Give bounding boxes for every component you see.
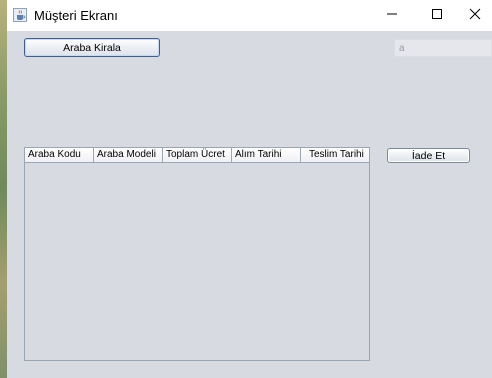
column-header-total-price[interactable]: Toplam Ücret: [163, 148, 232, 162]
column-header-delivery-date[interactable]: Teslim Tarihi: [301, 148, 369, 162]
table-header: Araba Kodu Araba Modeli Toplam Ücret Alı…: [25, 148, 369, 163]
return-button[interactable]: İade Et: [387, 148, 470, 163]
minimize-icon: [386, 7, 398, 25]
content-pane: Araba Kirala a Araba Kodu Araba Modeli T…: [7, 31, 492, 378]
maximize-icon: [431, 7, 443, 25]
customer-window: Müşteri Ekranı Araba Kirala a Araba Kodu…: [7, 0, 492, 378]
column-header-pickup-date[interactable]: Alım Tarihi: [232, 148, 301, 162]
window-title: Müşteri Ekranı: [34, 8, 118, 23]
java-cup-icon: [13, 8, 27, 22]
rentals-table: Araba Kodu Araba Modeli Toplam Ücret Alı…: [24, 147, 370, 361]
column-header-car-code[interactable]: Araba Kodu: [25, 148, 94, 162]
maximize-button[interactable]: [420, 0, 454, 31]
minimize-button[interactable]: [375, 0, 409, 31]
rent-car-button[interactable]: Araba Kirala: [24, 38, 160, 57]
title-bar[interactable]: Müşteri Ekranı: [7, 0, 492, 31]
close-icon: [469, 7, 481, 25]
column-header-car-model[interactable]: Araba Modeli: [94, 148, 163, 162]
input-field[interactable]: a: [394, 39, 492, 57]
desktop-background: [0, 0, 7, 378]
close-button[interactable]: [458, 0, 492, 31]
table-body[interactable]: [25, 163, 369, 360]
